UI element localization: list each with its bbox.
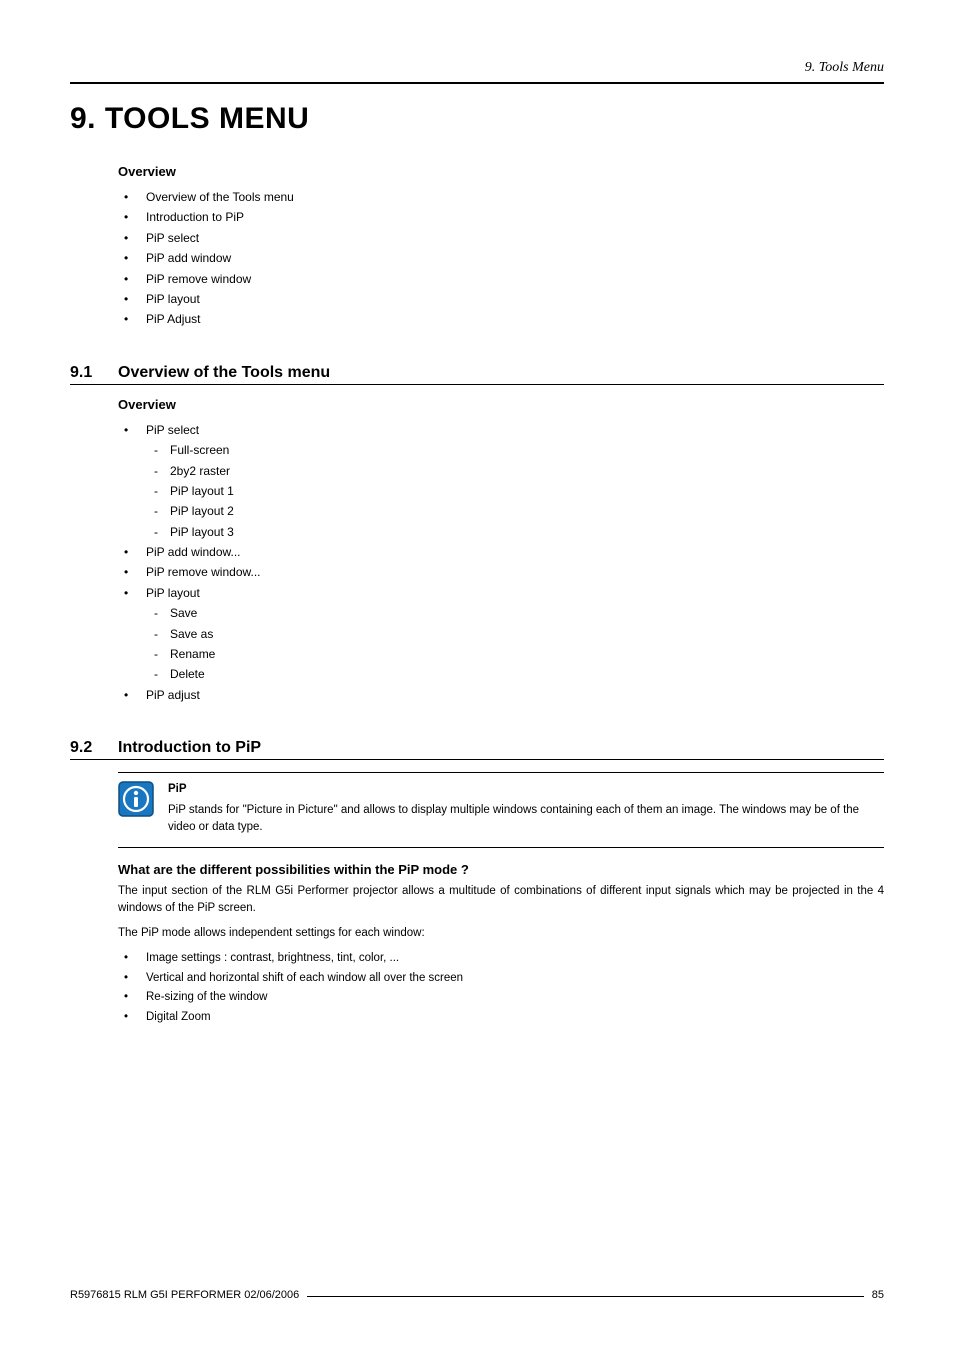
list-item: PiP select Full-screen 2by2 raster PiP l…	[118, 420, 884, 542]
list-item: Save	[146, 603, 884, 623]
list-item-label: PiP layout	[146, 586, 200, 600]
list-item: PiP layout 2	[146, 501, 884, 521]
list-item: PiP add window	[118, 248, 884, 268]
section-number: 9.2	[70, 739, 118, 757]
info-top-rule	[118, 772, 884, 773]
list-item: PiP layout 1	[146, 481, 884, 501]
info-text: PiP PiP stands for "Picture in Picture" …	[168, 781, 884, 835]
list-item: PiP layout 3	[146, 522, 884, 542]
list-item: PiP Adjust	[118, 309, 884, 329]
list-item: Full-screen	[146, 440, 884, 460]
list-item: PiP add window...	[118, 542, 884, 562]
list-item: PiP remove window	[118, 269, 884, 289]
info-term: PiP	[168, 781, 884, 798]
sub-list: Save Save as Rename Delete	[146, 603, 884, 685]
overview-list: Overview of the Tools menu Introduction …	[118, 187, 884, 330]
footer-left: R5976815 RLM G5I PERFORMER 02/06/2006	[70, 1289, 299, 1301]
info-box: PiP PiP stands for "Picture in Picture" …	[118, 779, 884, 839]
settings-list: Image settings : contrast, brightness, t…	[118, 949, 884, 1027]
section-title: Overview of the Tools menu	[118, 364, 330, 382]
overview-tree: PiP select Full-screen 2by2 raster PiP l…	[118, 420, 884, 705]
chapter-overview-block: Overview Overview of the Tools menu Intr…	[118, 164, 884, 330]
section-9-2-header: 9.2 Introduction to PiP	[70, 739, 884, 760]
list-item: PiP select	[118, 228, 884, 248]
running-header: 9. Tools Menu	[70, 60, 884, 76]
section-title: Introduction to PiP	[118, 739, 261, 757]
info-icon	[118, 781, 154, 822]
page-number: 85	[872, 1289, 884, 1301]
list-item: Save as	[146, 624, 884, 644]
section-9-2-body: PiP PiP stands for "Picture in Picture" …	[118, 772, 884, 1027]
list-item: PiP layout Save Save as Rename Delete	[118, 583, 884, 685]
header-rule	[70, 82, 884, 84]
section-number: 9.1	[70, 364, 118, 382]
list-item: Introduction to PiP	[118, 207, 884, 227]
info-bottom-rule	[118, 847, 884, 848]
overview-heading: Overview	[118, 397, 884, 412]
page: 9. Tools Menu 9. TOOLS MENU Overview Ove…	[0, 0, 954, 1027]
list-item: Re-sizing of the window	[118, 988, 884, 1008]
list-item: 2by2 raster	[146, 461, 884, 481]
list-item: Overview of the Tools menu	[118, 187, 884, 207]
list-item: Vertical and horizontal shift of each wi…	[118, 969, 884, 989]
chapter-title: 9. TOOLS MENU	[70, 102, 884, 136]
list-item: Rename	[146, 644, 884, 664]
section-9-1-body: Overview PiP select Full-screen 2by2 ras…	[118, 397, 884, 705]
overview-heading: Overview	[118, 164, 884, 179]
list-item: PiP adjust	[118, 685, 884, 705]
list-item: PiP remove window...	[118, 562, 884, 582]
list-item: Digital Zoom	[118, 1008, 884, 1028]
list-item-label: PiP select	[146, 423, 199, 437]
list-item: Delete	[146, 664, 884, 684]
sub-list: Full-screen 2by2 raster PiP layout 1 PiP…	[146, 440, 884, 542]
paragraph: The input section of the RLM G5i Perform…	[118, 883, 884, 916]
section-9-1-header: 9.1 Overview of the Tools menu	[70, 364, 884, 385]
list-item: Image settings : contrast, brightness, t…	[118, 949, 884, 969]
question-heading: What are the different possibilities wit…	[118, 862, 884, 877]
page-footer: R5976815 RLM G5I PERFORMER 02/06/2006 85	[70, 1289, 884, 1301]
info-body: PiP stands for "Picture in Picture" and …	[168, 804, 859, 833]
list-item: PiP layout	[118, 289, 884, 309]
footer-rule	[307, 1296, 863, 1297]
paragraph: The PiP mode allows independent settings…	[118, 925, 884, 942]
